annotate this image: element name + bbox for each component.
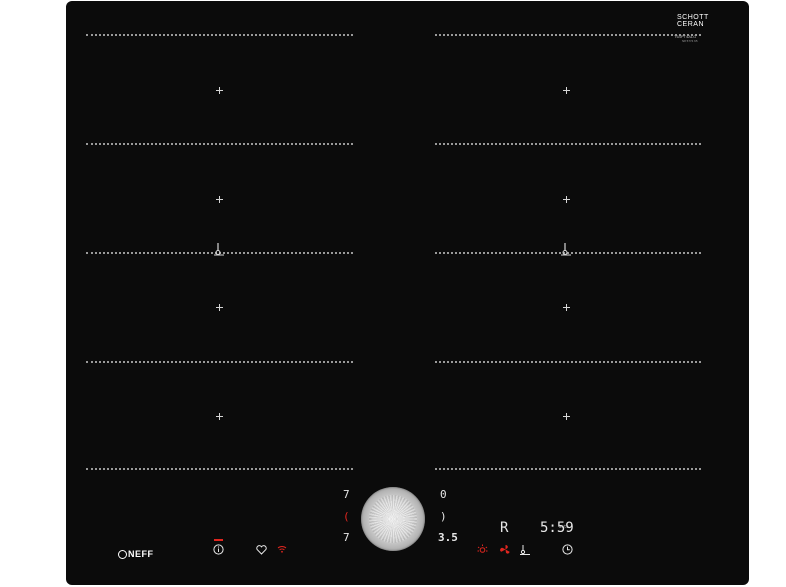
info-icon[interactable] [213, 544, 224, 555]
zone-display-right-top: 0 [440, 488, 447, 501]
wifi-icon[interactable] [277, 544, 287, 554]
zone-divider-right-5 [435, 468, 701, 470]
heart-icon[interactable] [256, 545, 267, 555]
twistpad-knob[interactable] [361, 487, 425, 551]
zone-marker-right-2 [563, 196, 570, 203]
zone-marker-right-1 [563, 87, 570, 94]
zone-divider-right-2 [435, 143, 701, 145]
zone-divider-left-2 [86, 143, 353, 145]
zone-divider-left-1 [86, 34, 353, 36]
induction-hob: SCHOTT CERAN T64PT4ALG N8 5774 65 NEFF 7… [66, 1, 749, 585]
temperature-sensor-icon [212, 242, 226, 256]
temperature-sensor-icon [559, 242, 573, 256]
neff-ring-icon [118, 549, 127, 559]
zone-divider-left-5 [86, 468, 353, 470]
zone-marker-left-3 [216, 304, 223, 311]
clock-icon[interactable] [562, 544, 573, 555]
ceran-logo: CERAN [677, 21, 705, 28]
zone-divider-left-4 [86, 361, 353, 363]
fan-icon[interactable] [500, 544, 511, 555]
status-letter-display: R [500, 520, 509, 536]
temperature-icon[interactable] [519, 544, 531, 555]
zone-display-left-top: 7 [343, 488, 350, 501]
zone-marker-right-4 [563, 413, 570, 420]
zone-divider-right-1 [435, 34, 701, 36]
timer-display: 5:59 [540, 520, 574, 536]
serial-number: N8 5774 65 [682, 39, 698, 43]
zone-marker-right-3 [563, 304, 570, 311]
schott-logo: SCHOTT [677, 14, 709, 21]
zone-marker-left-2 [216, 196, 223, 203]
zone-display-left-bottom: 7 [343, 531, 350, 544]
zone-display-right-middle: ) [440, 510, 447, 523]
power-level-display: 3.5 [438, 531, 458, 544]
neff-logo: NEFF [118, 549, 154, 559]
zone-divider-right-4 [435, 361, 701, 363]
light-icon[interactable] [477, 544, 488, 555]
zone-display-left-middle: ( [343, 510, 350, 523]
neff-wordmark: NEFF [128, 549, 154, 559]
info-indicator [214, 539, 223, 541]
zone-marker-left-1 [216, 87, 223, 94]
zone-marker-left-4 [216, 413, 223, 420]
